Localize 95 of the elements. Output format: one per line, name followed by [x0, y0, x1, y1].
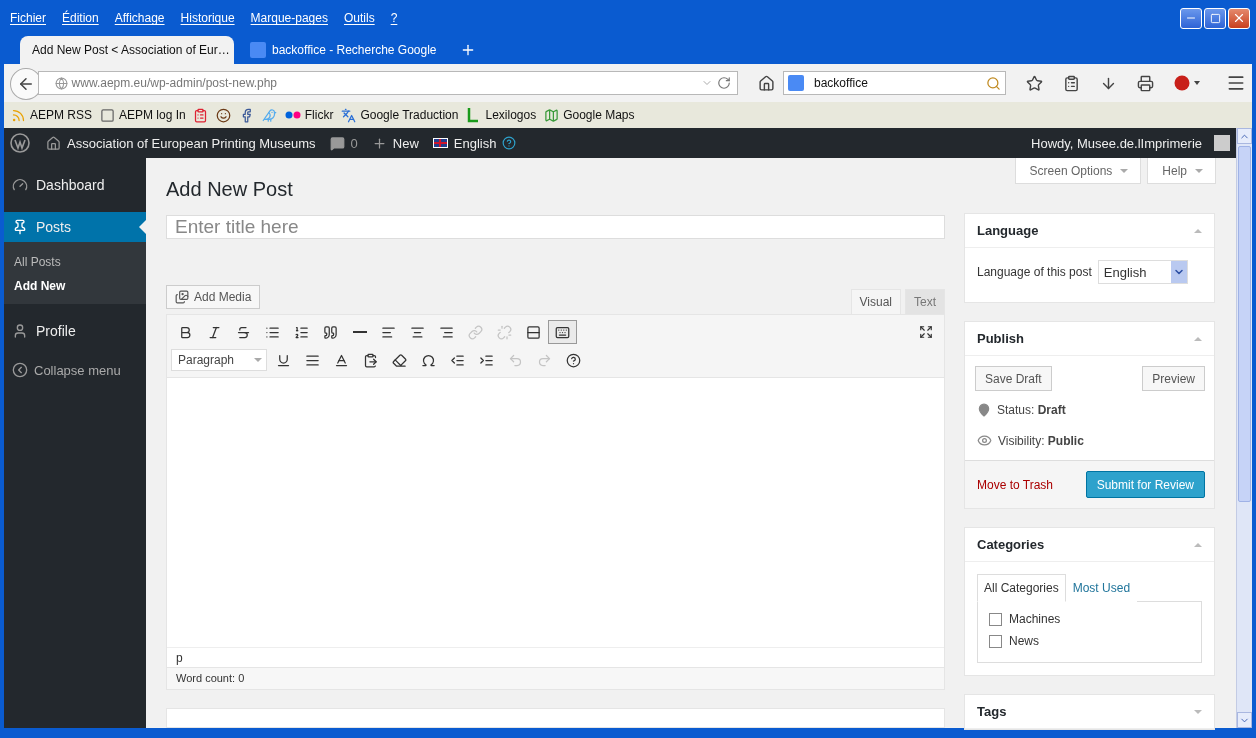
menu-item[interactable]: Édition	[62, 11, 99, 25]
reload-icon[interactable]	[717, 76, 731, 90]
menu-item[interactable]: Affichage	[114, 11, 165, 25]
logo-icon[interactable]	[10, 133, 30, 153]
expand-icon	[918, 325, 933, 339]
bookmark-link[interactable]: Google Traduction	[360, 108, 459, 122]
maximize-button[interactable]	[1204, 7, 1226, 29]
flag-icon	[432, 138, 448, 148]
visibility-text: Visibility: Public	[998, 433, 1084, 448]
bookmark-link[interactable]: AEPM RSS	[30, 108, 92, 122]
dashboard-icon	[12, 177, 28, 193]
submenu-item[interactable]: Add New	[4, 274, 146, 298]
google-icon	[788, 75, 804, 91]
editor-tab[interactable]: Visual	[850, 289, 901, 314]
checkbox[interactable]	[989, 634, 1002, 648]
search-icon[interactable]	[986, 75, 1001, 91]
screen-tab[interactable]: Help	[1147, 158, 1216, 184]
profile-icon	[12, 323, 28, 339]
minimize-button[interactable]	[1180, 7, 1202, 29]
account-link[interactable]: Howdy, Musee.de.lImprimerie	[1031, 135, 1202, 151]
browser-tab[interactable]: Add New Post < Association of Eur…	[20, 36, 234, 64]
menu-item[interactable]: Fichier	[10, 11, 46, 25]
url-text: www.aepm.eu/wp-admin/post-new.php	[71, 76, 279, 90]
map-icon	[543, 107, 560, 123]
category-label: News	[1009, 634, 1039, 648]
preview-button[interactable]: Preview	[1142, 366, 1205, 391]
new-link[interactable]: New	[392, 135, 419, 151]
scrollbar[interactable]	[1236, 128, 1252, 728]
avatar-icon	[1214, 135, 1230, 151]
posts-icon	[12, 219, 28, 235]
box-title: Publish	[977, 331, 1024, 346]
collapse-link[interactable]: Collapse menu	[4, 358, 146, 382]
eye-icon	[977, 433, 992, 448]
printer-icon[interactable]	[1137, 74, 1154, 92]
maximize-icon	[1209, 12, 1221, 24]
search-field[interactable]: backoffice	[783, 71, 1006, 95]
menu-item[interactable]: Historique	[180, 11, 235, 25]
box-title: Tags	[977, 704, 1007, 719]
home-icon	[46, 135, 61, 151]
star-icon[interactable]	[1026, 74, 1043, 92]
comment-icon	[329, 135, 345, 151]
translate-icon	[340, 107, 357, 123]
trash-link[interactable]: Move to Trash	[977, 477, 1054, 492]
browser-tab[interactable]: backoffice - Recherche Google	[238, 36, 450, 64]
tab-title: backoffice - Recherche Google	[272, 43, 437, 57]
close-icon	[1232, 11, 1246, 25]
category-tab[interactable]: All Categories	[977, 574, 1066, 602]
clipboard-icon[interactable]	[1063, 74, 1080, 92]
collapse-icon	[12, 362, 28, 378]
page-title: Add New Post	[166, 178, 294, 201]
submenu-item[interactable]: All Posts	[4, 250, 146, 274]
language-select[interactable]: English	[1097, 260, 1188, 284]
google-icon	[250, 42, 266, 58]
bird-icon	[261, 107, 278, 123]
menu-item[interactable]: Posts	[4, 212, 146, 242]
site-link[interactable]: Association of European Printing Museums	[67, 135, 316, 151]
bookmark-link[interactable]: AEPM log In	[119, 108, 186, 122]
rss-icon	[10, 107, 26, 123]
box-title: Language	[977, 223, 1039, 238]
checkbox[interactable]	[989, 612, 1002, 626]
search-text: backoffice	[814, 76, 869, 90]
menu-item[interactable]: Marque-pages	[250, 11, 328, 25]
globe-icon	[54, 76, 68, 90]
menu-icon[interactable]	[1226, 73, 1246, 93]
menu-item[interactable]: ?	[390, 11, 398, 25]
new-tab-icon[interactable]	[460, 42, 476, 58]
tab-title: Add New Post < Association of Eur…	[32, 43, 230, 57]
bookmark-link[interactable]: Lexilogos	[485, 108, 537, 122]
address-field[interactable]: www.aepm.eu/wp-admin/post-new.php	[37, 71, 738, 95]
comment-count[interactable]: 0	[350, 135, 358, 151]
menu-item[interactable]: Profile	[4, 316, 146, 346]
images-icon	[175, 290, 189, 304]
add-media-button[interactable]: Add Media	[166, 285, 261, 309]
pin-icon	[977, 403, 991, 417]
close-button[interactable]	[1228, 7, 1250, 29]
category-label: Machines	[1009, 612, 1061, 626]
toggle-button[interactable]	[548, 320, 577, 344]
home-icon[interactable]	[758, 74, 775, 92]
menu-item[interactable]: Outils	[343, 11, 375, 25]
title-field[interactable]: Enter title here	[166, 215, 945, 239]
menu-item[interactable]: Dashboard	[4, 170, 146, 200]
box-title: Categories	[977, 537, 1045, 552]
save-draft-button[interactable]: Save Draft	[975, 366, 1052, 391]
format-select[interactable]: Paragraph	[171, 349, 267, 371]
help-icon[interactable]	[502, 136, 517, 150]
plus-icon	[371, 135, 387, 151]
bookmark-link[interactable]: Flickr	[304, 108, 334, 122]
status-text: Status: Draft	[997, 403, 1066, 417]
bookmark-link[interactable]: Google Maps	[563, 108, 635, 122]
language-link[interactable]: English	[453, 135, 497, 151]
page-icon	[99, 107, 115, 123]
screen-tab[interactable]: Screen Options	[1014, 158, 1142, 184]
field-label: Language of this post	[977, 265, 1092, 279]
editor-tab[interactable]: Text	[905, 289, 945, 314]
word-count: Word count: 0	[167, 667, 944, 689]
